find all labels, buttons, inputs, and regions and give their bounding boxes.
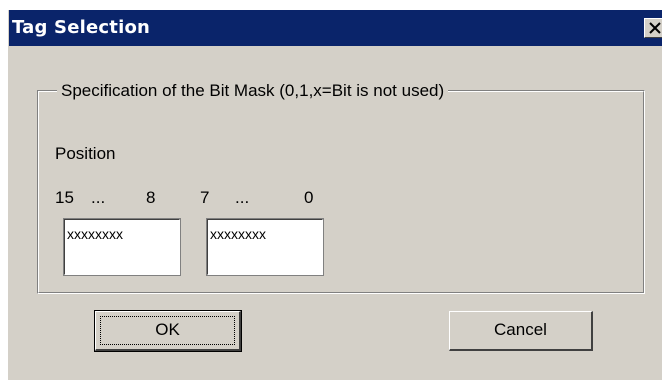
position-label: Position bbox=[55, 144, 116, 163]
ok-button-label: OK bbox=[155, 320, 180, 339]
dialog-title: Tag Selection bbox=[12, 17, 151, 38]
low-byte-field bbox=[206, 218, 324, 276]
close-icon bbox=[649, 22, 661, 34]
low-byte-range-end: 0 bbox=[304, 188, 314, 207]
ok-button[interactable]: OK bbox=[94, 310, 242, 352]
high-byte-range-ellipsis: ... bbox=[91, 188, 106, 207]
tag-selection-dialog: Tag Selection Specification of the Bit M… bbox=[8, 10, 662, 380]
high-byte-range-start: 15 bbox=[55, 188, 74, 207]
high-byte-range-end: 8 bbox=[146, 188, 156, 207]
low-byte-range-ellipsis: ... bbox=[235, 188, 250, 207]
high-byte-field bbox=[63, 218, 181, 276]
low-byte-input[interactable] bbox=[210, 223, 314, 245]
close-button[interactable] bbox=[644, 18, 662, 38]
cancel-button[interactable]: Cancel bbox=[449, 311, 593, 351]
high-byte-input[interactable] bbox=[67, 223, 171, 245]
title-bar[interactable]: Tag Selection bbox=[9, 10, 662, 46]
low-byte-range-start: 7 bbox=[200, 188, 210, 207]
groupbox-legend: Specification of the Bit Mask (0,1,x=Bit… bbox=[57, 81, 449, 101]
cancel-button-label: Cancel bbox=[494, 320, 547, 339]
